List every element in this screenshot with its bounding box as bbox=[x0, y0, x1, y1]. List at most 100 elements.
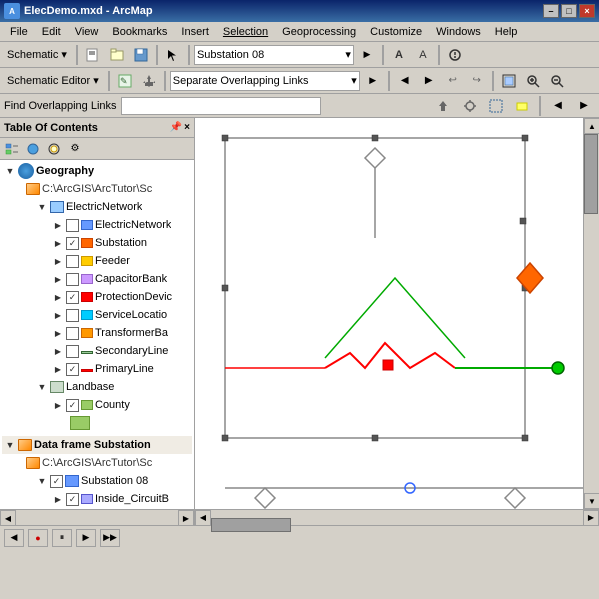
county-expand[interactable]: ▶ bbox=[50, 397, 66, 413]
toc-scroll-left[interactable]: ◀ bbox=[0, 510, 16, 526]
svc-checkbox[interactable] bbox=[66, 309, 79, 322]
zoom-out-map-button[interactable] bbox=[546, 70, 568, 92]
status-pause-button[interactable]: ⏸ bbox=[52, 529, 72, 547]
substation-dataframe-item[interactable]: ▼ Data frame Substation bbox=[2, 436, 192, 454]
close-button[interactable]: × bbox=[579, 4, 595, 18]
substation-checkbox[interactable] bbox=[66, 237, 79, 250]
secondaryline-item[interactable]: ▶ SecondaryLine bbox=[2, 342, 192, 360]
electricnetwork-feature-item[interactable]: ▶ ElectricNetwork bbox=[2, 216, 192, 234]
sub08-checkbox[interactable] bbox=[50, 475, 63, 488]
county-item[interactable]: ▶ County bbox=[2, 396, 192, 414]
zoom-in-button[interactable]: A bbox=[388, 44, 410, 66]
find-pan-button[interactable] bbox=[459, 95, 481, 117]
toc-list-source-button[interactable] bbox=[23, 140, 43, 158]
redo-button[interactable]: ↪ bbox=[466, 70, 488, 92]
dropdown-go-button[interactable]: ▶ bbox=[356, 44, 378, 66]
toc-list-visibility-button[interactable] bbox=[44, 140, 64, 158]
svc-expand[interactable]: ▶ bbox=[50, 307, 66, 323]
zoom-fullextent-button[interactable] bbox=[498, 70, 520, 92]
capacitorbank-item[interactable]: ▶ CapacitorBank bbox=[2, 270, 192, 288]
primaryline-item[interactable]: ▶ PrimaryLine bbox=[2, 360, 192, 378]
electricnetwork-checkbox[interactable] bbox=[66, 219, 79, 232]
algorithm-dropdown[interactable]: Separate Overlapping Links ▾ bbox=[170, 71, 360, 91]
feeder-expand[interactable]: ▶ bbox=[50, 253, 66, 269]
edit-tool-button[interactable]: ✎ bbox=[114, 70, 136, 92]
status-forward-button[interactable]: ▶▶ bbox=[100, 529, 120, 547]
find-highlight-button[interactable] bbox=[511, 95, 533, 117]
menu-help[interactable]: Help bbox=[489, 25, 524, 39]
pan-right-button[interactable]: ▶ bbox=[418, 70, 440, 92]
schematic-menu-button[interactable]: Schematic ▾ bbox=[2, 44, 72, 66]
cap-expand[interactable]: ▶ bbox=[50, 271, 66, 287]
map-area[interactable] bbox=[195, 118, 583, 509]
undo-button[interactable]: ↩ bbox=[442, 70, 464, 92]
toc-options-button[interactable]: ⚙ bbox=[65, 140, 85, 158]
menu-bookmarks[interactable]: Bookmarks bbox=[106, 25, 173, 39]
geography-expand[interactable]: ▼ bbox=[2, 163, 18, 179]
zoom-out-button[interactable]: A bbox=[412, 44, 434, 66]
secline-expand[interactable]: ▶ bbox=[50, 343, 66, 359]
vscroll-thumb[interactable] bbox=[584, 134, 598, 214]
secline-checkbox[interactable] bbox=[66, 345, 79, 358]
status-record-button[interactable]: ● bbox=[28, 529, 48, 547]
toc-list-order-button[interactable] bbox=[2, 140, 22, 158]
substation08-item[interactable]: ▼ Substation 08 bbox=[2, 472, 192, 490]
find-prev-button[interactable]: ◀ bbox=[547, 95, 569, 117]
find-input[interactable] bbox=[121, 97, 321, 115]
en-expand[interactable]: ▶ bbox=[50, 217, 66, 233]
primline-expand[interactable]: ▶ bbox=[50, 361, 66, 377]
sub08-expand[interactable]: ▼ bbox=[34, 473, 50, 489]
geography-group-item[interactable]: ▼ Geography bbox=[2, 162, 192, 180]
electricnetwork-group-item[interactable]: ▼ ElectricNetwork bbox=[2, 198, 192, 216]
transformerbank-item[interactable]: ▶ TransformerBa bbox=[2, 324, 192, 342]
menu-geoprocessing[interactable]: Geoprocessing bbox=[276, 25, 362, 39]
minimize-button[interactable]: – bbox=[543, 4, 559, 18]
new-diagram-button[interactable] bbox=[82, 44, 104, 66]
prot-checkbox[interactable] bbox=[66, 291, 79, 304]
inside-circuitb-item[interactable]: ▶ Inside_CircuitB bbox=[2, 490, 192, 508]
scroll-right-button[interactable]: ▶ bbox=[583, 510, 599, 526]
properties-button[interactable] bbox=[444, 44, 466, 66]
landbase-group-item[interactable]: ▼ Landbase bbox=[2, 378, 192, 396]
save-diagram-button[interactable] bbox=[130, 44, 152, 66]
substation-item[interactable]: ▶ Substation bbox=[2, 234, 192, 252]
substation-df-expand[interactable]: ▼ bbox=[2, 437, 18, 453]
run-algo-button[interactable]: ▶ bbox=[362, 70, 384, 92]
cap-checkbox[interactable] bbox=[66, 273, 79, 286]
servicelocation-item[interactable]: ▶ ServiceLocatio bbox=[2, 306, 192, 324]
trans-expand[interactable]: ▶ bbox=[50, 325, 66, 341]
toc-close-button[interactable]: × bbox=[184, 122, 190, 133]
pan-left-button[interactable]: ◀ bbox=[394, 70, 416, 92]
menu-file[interactable]: File bbox=[4, 25, 34, 39]
electricnetwork-expand[interactable]: ▼ bbox=[34, 199, 50, 215]
icb-expand[interactable]: ▶ bbox=[50, 491, 66, 507]
menu-view[interactable]: View bbox=[69, 25, 105, 39]
county-checkbox[interactable] bbox=[66, 399, 79, 412]
menu-edit[interactable]: Edit bbox=[36, 25, 67, 39]
primline-checkbox[interactable] bbox=[66, 363, 79, 376]
zoom-in-map-button[interactable] bbox=[522, 70, 544, 92]
find-select-button[interactable] bbox=[485, 95, 507, 117]
toc-scroll-right[interactable]: ▶ bbox=[178, 510, 194, 526]
prot-expand[interactable]: ▶ bbox=[50, 289, 66, 305]
diagram-dropdown[interactable]: Substation 08 ▾ bbox=[194, 45, 354, 65]
icb-checkbox[interactable] bbox=[66, 493, 79, 506]
move-tool-button[interactable] bbox=[138, 70, 160, 92]
trans-checkbox[interactable] bbox=[66, 327, 79, 340]
toc-pin-button[interactable]: 📌 bbox=[170, 122, 182, 133]
scroll-up-button[interactable]: ▲ bbox=[584, 118, 599, 134]
editor-menu-button[interactable]: Schematic Editor ▾ bbox=[2, 70, 104, 92]
open-diagram-button[interactable] bbox=[106, 44, 128, 66]
select-button[interactable] bbox=[162, 44, 184, 66]
landbase-expand[interactable]: ▼ bbox=[34, 379, 50, 395]
scroll-down-button[interactable]: ▼ bbox=[584, 493, 599, 509]
menu-customize[interactable]: Customize bbox=[364, 25, 428, 39]
gis-path-expand[interactable] bbox=[18, 181, 26, 197]
feeder-checkbox[interactable] bbox=[66, 255, 79, 268]
status-play-button[interactable]: ▶ bbox=[76, 529, 96, 547]
feeder-item[interactable]: ▶ Feeder bbox=[2, 252, 192, 270]
scroll-left-button[interactable]: ◀ bbox=[195, 510, 211, 526]
menu-windows[interactable]: Windows bbox=[430, 25, 487, 39]
hscroll-thumb[interactable] bbox=[211, 518, 291, 532]
find-zoom-button[interactable] bbox=[433, 95, 455, 117]
